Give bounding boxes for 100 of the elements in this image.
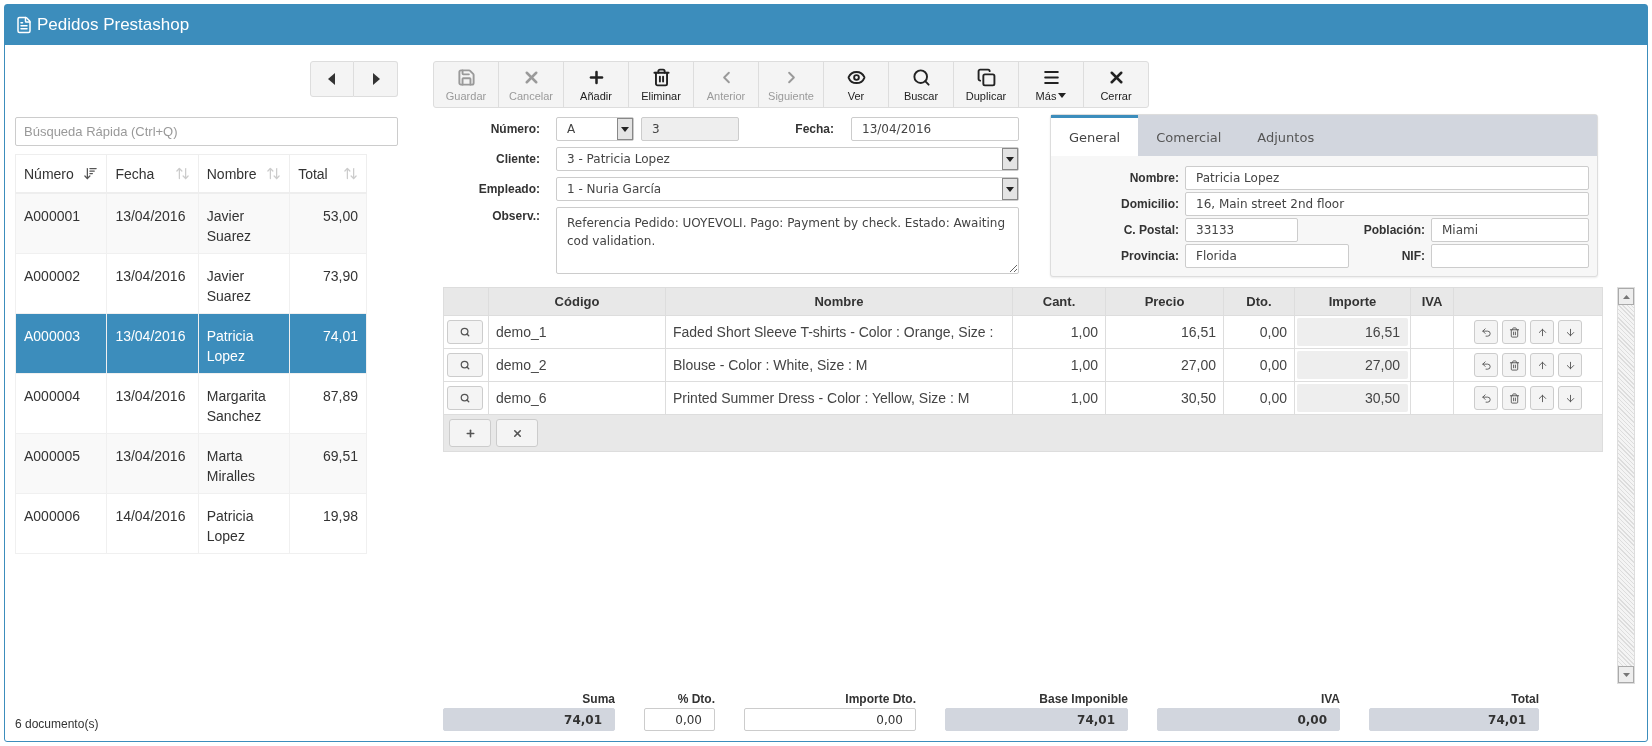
date-field[interactable]: 13/04/2016 — [851, 116, 1019, 141]
field-label: Provincia: — [1119, 249, 1179, 263]
list-row[interactable]: A000005 13/04/2016 Marta Miralles 69,51 — [15, 433, 367, 493]
table-cell: 0,00 — [1223, 348, 1295, 382]
toolbar-button[interactable]: Ver — [823, 61, 889, 108]
table-cell: 27,00 — [1297, 351, 1408, 379]
table-cell: 14/04/2016 — [106, 493, 199, 553]
input-field[interactable]: 0,00 — [744, 708, 916, 731]
table-cell: Blouse - Color : White, Size : M — [665, 348, 1013, 382]
total-label: IVA — [1320, 692, 1340, 706]
field-label: Población: — [1362, 223, 1425, 237]
table-cell: 13/04/2016 — [106, 313, 199, 373]
table-cell: 13/04/2016 — [106, 253, 199, 313]
field-label: Número: — [489, 121, 540, 136]
table-cell: 13/04/2016 — [106, 373, 199, 433]
table-cell: demo_2 — [488, 348, 666, 382]
total-label: Total — [1511, 692, 1539, 706]
table-cell: Patricia Lopez — [198, 313, 290, 373]
total-label: Importe Dto. — [845, 692, 916, 706]
notes-field[interactable]: Referencia Pedido: UOYEVOLI. Pago: Payment by check. Estado: Awaiting cod validation. — [556, 207, 1019, 275]
search-field[interactable]: Búsqueda Rápida (Ctrl+Q) — [15, 117, 398, 146]
list-row[interactable]: A000002 13/04/2016 Javier Suarez 73,90 — [15, 253, 367, 313]
table-cell: 1,00 — [1012, 315, 1106, 349]
field-label: Nombre: — [1128, 171, 1179, 185]
table-cell: 16,51 — [1105, 315, 1224, 349]
table-cell: Faded Short Sleeve T-shirts - Color : Orange, Size : — [665, 315, 1013, 349]
table-cell: 74,01 — [289, 313, 367, 373]
address-field[interactable]: 16, Main street 2nd floor — [1185, 192, 1589, 216]
column-header: Cant. — [1012, 287, 1106, 316]
list-row[interactable]: A000001 13/04/2016 Javier Suarez 53,00 — [15, 193, 367, 253]
total-label: Base Imponible — [1039, 692, 1128, 706]
column-header: IVA — [1410, 287, 1454, 316]
table-cell: A000001 — [15, 193, 107, 253]
table-cell: 73,90 — [289, 253, 367, 313]
postal-code-field[interactable]: 33133 — [1185, 218, 1298, 242]
table-cell: Margarita Sanchez — [198, 373, 290, 433]
table-cell: 13/04/2016 — [106, 193, 199, 253]
list-row[interactable]: A000004 13/04/2016 Margarita Sanchez 87,89 — [15, 373, 367, 433]
total-value: 74,01 — [1369, 708, 1539, 731]
table-cell: A000002 — [15, 253, 107, 313]
column-header: Precio — [1105, 287, 1224, 316]
document-count: 6 documento(s) — [15, 717, 100, 731]
field-label: Fecha: — [794, 121, 834, 136]
total-value: 0,00 — [1157, 708, 1340, 731]
tab[interactable]: Comercial — [1138, 115, 1240, 156]
toolbar-button[interactable]: Más — [1018, 61, 1084, 108]
table-cell: 69,51 — [289, 433, 367, 493]
toolbar-button[interactable]: Añadir — [563, 61, 629, 108]
table-cell: demo_6 — [488, 381, 666, 415]
table-cell: 0,00 — [1223, 381, 1295, 415]
window-title: Pedidos Prestashop — [37, 15, 190, 35]
table-cell: A000006 — [15, 493, 107, 553]
table-cell: 1,00 — [1012, 348, 1106, 382]
input-field[interactable]: 0,00 — [644, 708, 715, 731]
table-cell: Javier Suarez — [198, 193, 290, 253]
table-cell: demo_1 — [488, 315, 666, 349]
table-cell: Javier Suarez — [198, 253, 290, 313]
list-row[interactable]: A000003 13/04/2016 Patricia Lopez 74,01 — [15, 313, 367, 373]
table-cell: Marta Miralles — [198, 433, 290, 493]
table-cell: A000003 — [15, 313, 107, 373]
customer-select[interactable]: 3 - Patricia Lopez — [556, 146, 1019, 171]
table-cell: 16,51 — [1297, 318, 1408, 346]
field-label: Cliente: — [495, 151, 540, 166]
toolbar-button[interactable]: Duplicar — [953, 61, 1019, 108]
tab[interactable]: Adjuntos — [1239, 115, 1333, 156]
toolbar-button[interactable]: Eliminar — [628, 61, 694, 108]
table-cell: 53,00 — [289, 193, 367, 253]
toolbar-button[interactable]: Cerrar — [1083, 61, 1149, 108]
field-label: NIF: — [1400, 249, 1425, 263]
column-header: Dto. — [1223, 287, 1295, 316]
column-header: Código — [488, 287, 666, 316]
total-value: 74,01 — [945, 708, 1128, 731]
table-cell: Printed Summer Dress - Color : Yellow, Size : M — [665, 381, 1013, 415]
province-field[interactable]: Florida — [1185, 244, 1349, 268]
table-cell: 30,50 — [1105, 381, 1224, 415]
field-label: Empleado: — [477, 182, 540, 197]
table-cell: Patricia Lopez — [198, 493, 290, 553]
list-row[interactable]: A000006 14/04/2016 Patricia Lopez 19,98 — [15, 493, 367, 553]
series-select[interactable]: A — [556, 116, 634, 141]
number-field[interactable]: 3 — [641, 116, 739, 141]
tab[interactable]: General — [1051, 115, 1139, 156]
table-cell: A000005 — [15, 433, 107, 493]
column-header: Nombre — [665, 287, 1013, 316]
table-cell: 19,98 — [289, 493, 367, 553]
total-value: 74,01 — [443, 708, 615, 731]
total-label: Suma — [582, 692, 615, 706]
table-cell: 30,50 — [1297, 384, 1408, 412]
employee-select[interactable]: 1 - Nuria García — [556, 177, 1019, 202]
field-label: Observ.: — [491, 208, 540, 223]
city-field[interactable]: Miami — [1431, 218, 1589, 242]
field-label: Domicilio: — [1120, 197, 1179, 211]
table-cell: 1,00 — [1012, 381, 1106, 415]
column-header: Importe — [1294, 287, 1411, 316]
toolbar-button[interactable]: Buscar — [888, 61, 954, 108]
table-cell: 13/04/2016 — [106, 433, 199, 493]
total-label: % Dto. — [677, 692, 715, 706]
field-label: C. Postal: — [1122, 223, 1179, 237]
table-cell: A000004 — [15, 373, 107, 433]
name-field[interactable]: Patricia Lopez — [1185, 166, 1589, 190]
table-cell: 0,00 — [1223, 315, 1295, 349]
